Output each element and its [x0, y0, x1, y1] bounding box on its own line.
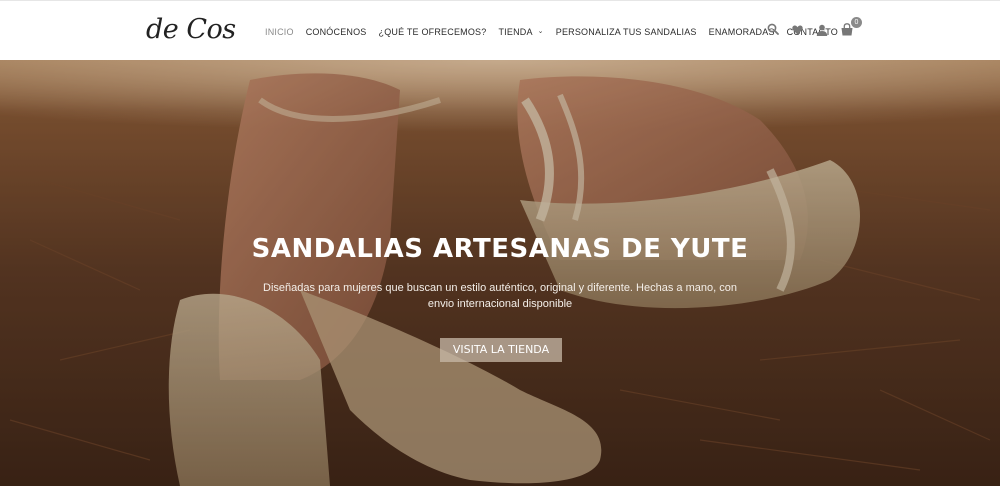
nav-label: PERSONALIZA TUS SANDALIAS [555, 27, 697, 37]
search-icon[interactable] [767, 23, 783, 41]
site-logo[interactable]: de Cos [146, 14, 236, 45]
nav-item-inicio[interactable]: INICIO [265, 25, 294, 39]
heart-icon[interactable] [792, 25, 808, 43]
cart-count-badge: 0 [851, 17, 862, 28]
main-nav: INICIO CONÓCENOS ¿QUÉ TE OFRECEMOS? TIEN… [265, 25, 850, 39]
page-bottom-strip [0, 486, 1000, 496]
nav-item-tienda[interactable]: TIENDA ⌄ [498, 25, 543, 39]
hero-banner: SANDALIAS ARTESANAS DE YUTE Diseñadas pa… [0, 60, 1000, 486]
site-header: de Cos INICIO CONÓCENOS ¿QUÉ TE OFRECEMO… [0, 0, 1000, 60]
nav-label: ENAMORADAS [708, 27, 775, 37]
nav-item-personaliza[interactable]: PERSONALIZA TUS SANDALIAS [556, 25, 697, 39]
nav-item-enamoradas[interactable]: ENAMORADAS [709, 25, 775, 39]
chevron-down-icon: ⌄ [537, 28, 544, 35]
nav-label: ¿QUÉ TE OFRECEMOS? [378, 27, 487, 37]
visit-shop-button[interactable]: VISITA LA TIENDA [440, 338, 562, 362]
nav-label: CONÓCENOS [305, 27, 367, 37]
nav-item-conocenos[interactable]: CONÓCENOS [306, 25, 367, 39]
nav-item-que-te-ofrecemos[interactable]: ¿QUÉ TE OFRECEMOS? [379, 25, 487, 39]
hero-overlay [0, 60, 1000, 486]
nav-label: INICIO [265, 27, 294, 37]
hero-subtitle: Diseñadas para mujeres que buscan un est… [263, 282, 737, 310]
nav-label: TIENDA [498, 27, 533, 37]
user-icon[interactable] [816, 24, 832, 42]
hero-title: SANDALIAS ARTESANAS DE YUTE [251, 234, 749, 264]
